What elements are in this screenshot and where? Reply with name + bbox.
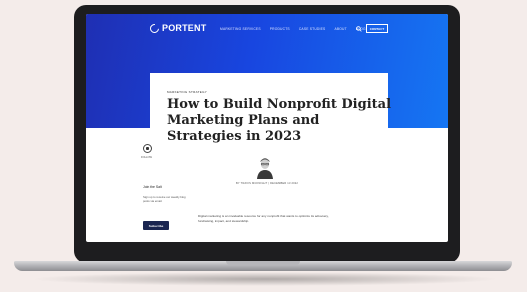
nav-item-marketing-services[interactable]: MARKETING SERVICES bbox=[220, 27, 261, 31]
signup-description: Sign up to receive our weekly blog posts… bbox=[143, 195, 186, 204]
laptop-screen: PORTENT MARKETING SERVICES PRODUCTS CASE… bbox=[86, 14, 448, 242]
linkedin-share-icon[interactable] bbox=[143, 144, 152, 153]
social-caption: FOLLOW bbox=[141, 156, 152, 159]
article-intro: Digital marketing is an invaluable resou… bbox=[198, 214, 329, 223]
subscribe-button[interactable]: Subscribe bbox=[143, 221, 169, 230]
article-title: How to Build Nonprofit Digital Marketing… bbox=[167, 97, 392, 144]
search-icon[interactable] bbox=[356, 26, 362, 32]
nav-item-products[interactable]: PRODUCTS bbox=[270, 27, 290, 31]
author-avatar bbox=[257, 158, 273, 179]
nav-item-case-studies[interactable]: CASE STUDIES bbox=[299, 27, 326, 31]
logo-text: PORTENT bbox=[162, 23, 207, 33]
laptop-shadow bbox=[30, 272, 500, 286]
logo-mark-icon bbox=[148, 21, 161, 35]
signup-title: Join the Salt bbox=[143, 185, 162, 189]
portent-logo[interactable]: PORTENT bbox=[148, 21, 207, 35]
nav-item-about[interactable]: ABOUT bbox=[334, 27, 346, 31]
article-category[interactable]: MARKETING STRATEGY bbox=[167, 90, 207, 94]
laptop-notch bbox=[226, 261, 300, 265]
contact-button[interactable]: CONTACT bbox=[366, 24, 388, 33]
main-nav: MARKETING SERVICES PRODUCTS CASE STUDIES… bbox=[220, 27, 366, 31]
article-byline: BY TRAVIS MCKNIGHT | DECEMBER 13 2022 bbox=[236, 182, 299, 185]
